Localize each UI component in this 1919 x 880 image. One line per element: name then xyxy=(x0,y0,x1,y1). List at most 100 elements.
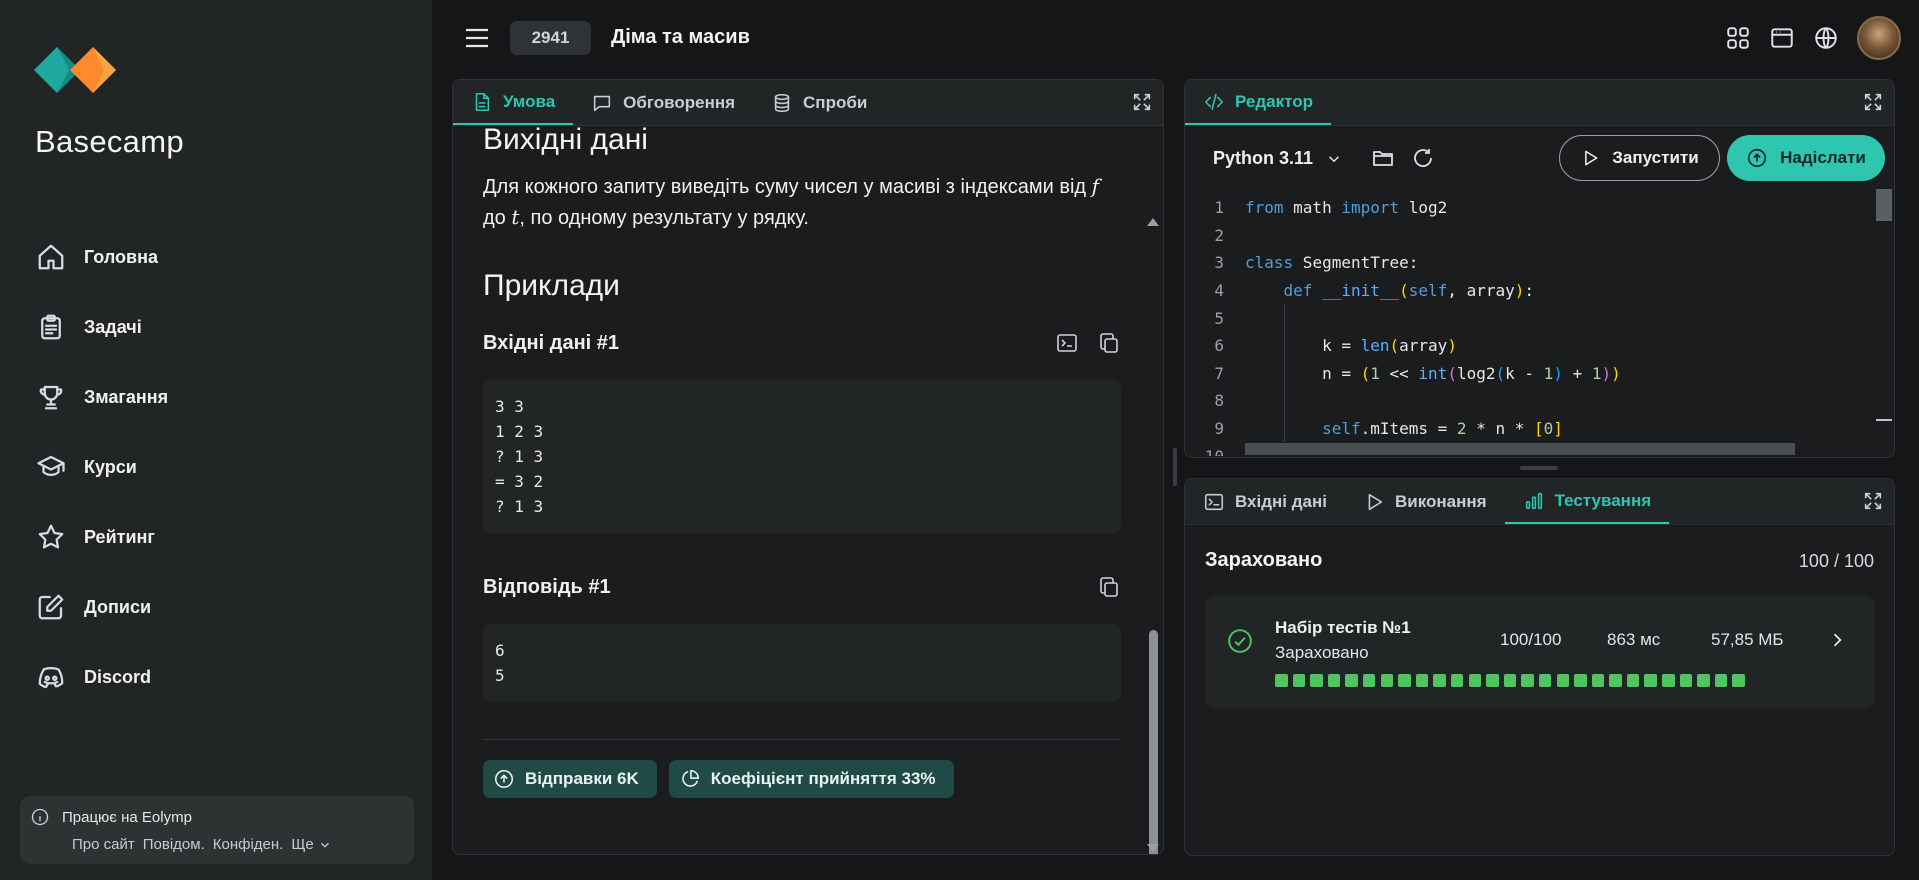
test-case-passed-square[interactable] xyxy=(1327,674,1341,687)
sidebar-item-label: Discord xyxy=(84,666,152,687)
test-set-score: 100/100 xyxy=(1500,630,1562,649)
terminal-icon[interactable] xyxy=(1055,331,1079,355)
test-case-passed-square[interactable] xyxy=(1486,674,1499,687)
test-case-passed-square[interactable] xyxy=(1609,674,1622,687)
globe-icon[interactable] xyxy=(1813,25,1839,51)
tab-discussion[interactable]: Обговорення xyxy=(573,80,753,125)
line-number: 4 xyxy=(1214,281,1224,301)
scroll-up-arrow[interactable] xyxy=(1147,218,1159,226)
statement-panel: Умова Обговорення Спроби Вихідні дані Дл… xyxy=(452,79,1164,855)
submissions-chip[interactable]: Відправки 6K xyxy=(483,760,657,798)
submit-button[interactable]: Надіслати xyxy=(1727,135,1885,181)
tab-input[interactable]: Вхідні дані xyxy=(1185,479,1345,524)
sidebar-item-posts[interactable]: Дописи xyxy=(36,572,168,642)
chevron-right-icon[interactable] xyxy=(1827,630,1847,650)
test-case-passed-square[interactable] xyxy=(1697,674,1710,687)
browser-window-icon[interactable] xyxy=(1769,25,1795,51)
test-case-passed-square[interactable] xyxy=(1732,674,1745,687)
copy-icon[interactable] xyxy=(1097,331,1121,355)
footer-link-about[interactable]: Про сайт xyxy=(72,836,135,853)
test-case-passed-square[interactable] xyxy=(1398,674,1411,687)
folder-icon[interactable] xyxy=(1371,146,1395,170)
test-case-passed-square[interactable] xyxy=(1591,674,1605,687)
sidebar-item-problems[interactable]: Задачі xyxy=(36,292,168,362)
test-case-passed-square[interactable] xyxy=(1521,674,1534,687)
footer-link-privacy[interactable]: Конфіден. xyxy=(213,836,284,853)
example-input-box[interactable]: 3 3 1 2 3 ? 1 3 = 3 2 ? 1 3 xyxy=(483,380,1121,533)
sidebar-item-courses[interactable]: Курси xyxy=(36,432,168,502)
user-avatar[interactable] xyxy=(1857,16,1901,60)
code-editor[interactable]: 1 from math import log2 2 3 class SegmentT… xyxy=(1185,194,1875,456)
test-set-time: 863 мс xyxy=(1607,630,1661,649)
expand-icon[interactable] xyxy=(1131,91,1153,113)
tab-statement[interactable]: Умова xyxy=(453,80,574,125)
top-bar: 2941 Діма та масив xyxy=(432,0,1919,78)
test-case-passed-square[interactable] xyxy=(1679,674,1693,687)
expand-icon[interactable] xyxy=(1862,91,1884,113)
sidebar-item-competitions[interactable]: Змагання xyxy=(36,362,168,432)
editor-vertical-scrollbar[interactable] xyxy=(1876,189,1892,441)
tab-editor[interactable]: Редактор xyxy=(1185,80,1331,125)
test-case-passed-square[interactable] xyxy=(1556,674,1569,687)
language-select[interactable]: Python 3.11 xyxy=(1213,148,1343,169)
divider xyxy=(483,739,1121,740)
test-case-passed-square[interactable] xyxy=(1662,674,1675,687)
refresh-icon[interactable] xyxy=(1411,146,1435,170)
test-case-passed-square[interactable] xyxy=(1310,674,1323,687)
test-case-passed-square[interactable] xyxy=(1415,674,1429,687)
sidebar-item-rating[interactable]: Рейтинг xyxy=(36,502,168,572)
apps-grid-icon[interactable] xyxy=(1725,25,1751,51)
copy-icon[interactable] xyxy=(1097,575,1121,599)
example-answer-box[interactable]: 6 5 xyxy=(483,624,1121,702)
tab-attempts[interactable]: Спроби xyxy=(753,80,885,125)
test-case-passed-square[interactable] xyxy=(1538,674,1552,687)
scroll-marker xyxy=(1876,419,1892,421)
test-case-passed-square[interactable] xyxy=(1433,674,1446,687)
chat-bubble-icon xyxy=(594,95,611,111)
test-case-indicators xyxy=(1275,674,1745,687)
test-set-name: Набір тестів №1 xyxy=(1275,618,1411,637)
tab-testing[interactable]: Тестування xyxy=(1504,479,1670,524)
test-case-passed-square[interactable] xyxy=(1345,674,1358,687)
line-number: 10 xyxy=(1185,447,1224,456)
test-case-passed-square[interactable] xyxy=(1714,674,1728,687)
basecamp-logo[interactable] xyxy=(34,38,116,102)
vertical-splitter-handle[interactable] xyxy=(1173,448,1177,486)
hamburger-menu-icon[interactable] xyxy=(464,26,490,50)
scroll-down-arrow[interactable] xyxy=(1147,844,1159,852)
results-tabs: Вхідні дані Виконання Тестування xyxy=(1185,479,1894,525)
sidebar: Basecamp Головна Задачі Змагання Курси Р… xyxy=(0,0,432,880)
pie-chart-icon xyxy=(682,769,699,787)
test-case-passed-square[interactable] xyxy=(1468,674,1482,687)
horizontal-splitter-handle[interactable] xyxy=(1520,466,1558,470)
scroll-thumb[interactable] xyxy=(1876,189,1892,221)
test-case-passed-square[interactable] xyxy=(1380,674,1394,687)
code-line: 9 self.mItems = 2 * n * [0] xyxy=(1185,414,1875,443)
sidebar-item-home[interactable]: Головна xyxy=(36,222,168,292)
arrow-up-circle-icon xyxy=(494,769,514,789)
sidebar-nav: Головна Задачі Змагання Курси Рейтинг До… xyxy=(36,222,168,712)
test-case-passed-square[interactable] xyxy=(1626,674,1640,687)
sidebar-item-label: Задачі xyxy=(84,316,142,337)
scroll-thumb[interactable] xyxy=(1149,630,1158,854)
run-button[interactable]: Запустити xyxy=(1559,135,1720,181)
test-case-passed-square[interactable] xyxy=(1450,674,1464,687)
sidebar-item-discord[interactable]: Discord xyxy=(36,642,168,712)
trophy-icon xyxy=(39,385,63,410)
test-set-card[interactable]: Набір тестів №1 Зараховано 100/100 863 м… xyxy=(1205,596,1875,708)
test-case-passed-square[interactable] xyxy=(1292,674,1306,687)
test-case-passed-square[interactable] xyxy=(1275,674,1288,687)
test-case-passed-square[interactable] xyxy=(1362,674,1376,687)
line-number: 1 xyxy=(1214,198,1224,218)
statement-scrollbar[interactable] xyxy=(1145,136,1161,854)
test-case-passed-square[interactable] xyxy=(1503,674,1517,687)
expand-icon[interactable] xyxy=(1862,490,1884,512)
test-case-passed-square[interactable] xyxy=(1644,674,1657,687)
footer-link-report[interactable]: Повідом. xyxy=(143,836,205,853)
acceptance-chip[interactable]: Коефіцієнт прийняття 33% xyxy=(668,760,954,798)
editor-horizontal-scrollbar[interactable] xyxy=(1245,443,1795,455)
tab-label: Умова xyxy=(503,91,556,111)
tab-execution[interactable]: Виконання xyxy=(1345,479,1505,524)
test-case-passed-square[interactable] xyxy=(1574,674,1587,687)
footer-link-more[interactable]: Ще xyxy=(291,836,332,853)
